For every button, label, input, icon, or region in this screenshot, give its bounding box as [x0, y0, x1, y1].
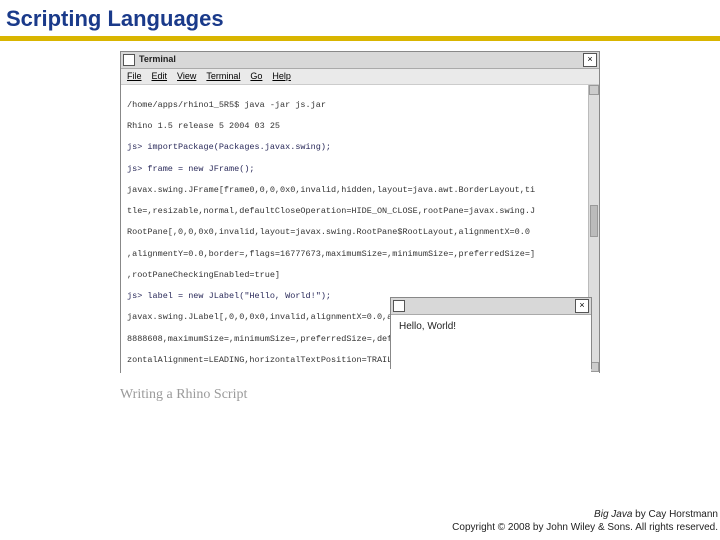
- terminal-line: tle=,resizable,normal,defaultCloseOperat…: [127, 206, 593, 217]
- menu-file[interactable]: File: [127, 71, 142, 82]
- slide-title: Scripting Languages: [0, 0, 720, 34]
- window-icon: [123, 54, 135, 66]
- menu-terminal[interactable]: Terminal: [206, 71, 240, 82]
- menu-edit[interactable]: Edit: [152, 71, 168, 82]
- popup-body: Hello, World!: [391, 315, 591, 379]
- footer-book-title: Big Java: [594, 509, 632, 520]
- popup-message: Hello, World!: [399, 321, 456, 332]
- terminal-menubar: File Edit View Terminal Go Help: [121, 69, 599, 85]
- figure-caption: Writing a Rhino Script: [120, 387, 600, 403]
- footer-author: by Cay Horstmann: [632, 509, 718, 520]
- figure-area: Terminal × File Edit View Terminal Go He…: [120, 51, 600, 403]
- scroll-up-icon[interactable]: [589, 85, 599, 95]
- scroll-thumb[interactable]: [590, 205, 598, 237]
- terminal-line: /home/apps/rhino1_5R5$ java -jar js.jar: [127, 100, 593, 111]
- menu-go[interactable]: Go: [250, 71, 262, 82]
- terminal-line: RootPane[,0,0,0x0,invalid,layout=javax.s…: [127, 227, 593, 238]
- title-underline: [0, 36, 720, 41]
- close-icon[interactable]: ×: [583, 53, 597, 67]
- popup-titlebar: ×: [391, 298, 591, 315]
- terminal-line: js> frame = new JFrame();: [127, 164, 593, 175]
- terminal-titlebar: Terminal ×: [121, 52, 599, 69]
- terminal-line: javax.swing.JFrame[frame0,0,0,0x0,invali…: [127, 185, 593, 196]
- footer-copyright: Copyright © 2008 by John Wiley & Sons. A…: [452, 521, 718, 534]
- terminal-title: Terminal: [139, 54, 176, 65]
- menu-view[interactable]: View: [177, 71, 196, 82]
- terminal-line: Rhino 1.5 release 5 2004 03 25: [127, 121, 593, 132]
- menu-help[interactable]: Help: [272, 71, 291, 82]
- window-icon: [393, 300, 405, 312]
- terminal-line: js> importPackage(Packages.javax.swing);: [127, 142, 593, 153]
- close-icon[interactable]: ×: [575, 299, 589, 313]
- popup-window: × Hello, World!: [390, 297, 592, 369]
- terminal-line: ,rootPaneCheckingEnabled=true]: [127, 270, 593, 281]
- slide-footer: Big Java by Cay Horstmann Copyright © 20…: [452, 508, 718, 534]
- terminal-line: ,alignmentY=0.0,border=,flags=16777673,m…: [127, 249, 593, 260]
